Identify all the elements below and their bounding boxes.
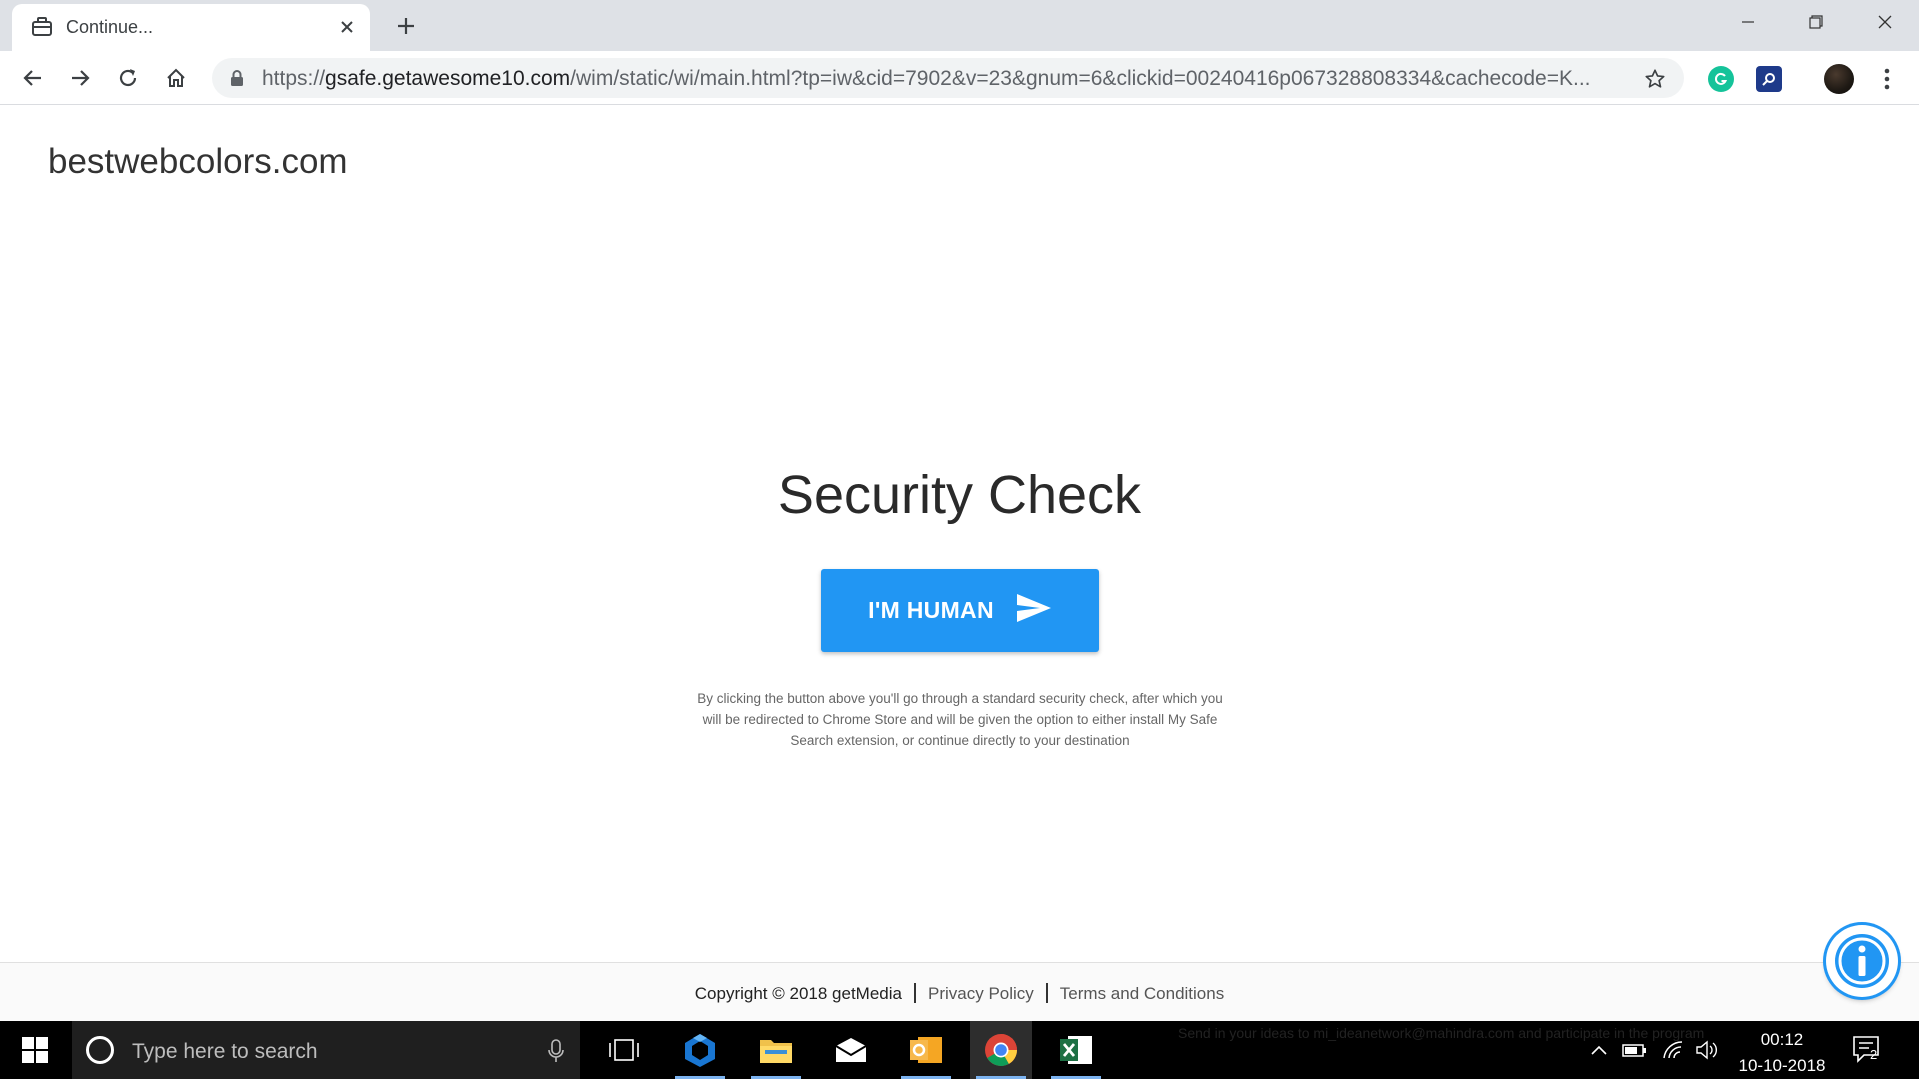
forward-button[interactable]: [63, 61, 97, 95]
minimize-button[interactable]: [1714, 0, 1782, 44]
info-button[interactable]: [1826, 925, 1898, 997]
browser-toolbar: https://gsafe.getawesome10.com/wim/stati…: [0, 51, 1919, 105]
chevron-up-icon[interactable]: [1586, 1037, 1612, 1063]
back-button[interactable]: [16, 61, 50, 95]
tab-strip: Continue...: [0, 0, 1919, 51]
terms-link[interactable]: Terms and Conditions: [1060, 984, 1224, 1003]
restore-button[interactable]: [1782, 0, 1850, 44]
cortana-icon[interactable]: [86, 1036, 114, 1064]
im-human-button[interactable]: I'M HUMAN: [821, 569, 1099, 652]
bookmark-star-icon[interactable]: [1642, 66, 1668, 92]
outlook-icon[interactable]: [895, 1021, 957, 1079]
action-center-button[interactable]: 2: [1852, 1035, 1886, 1065]
taskbar-search[interactable]: Type here to search: [72, 1021, 580, 1079]
search-extension-icon[interactable]: [1756, 66, 1782, 92]
excel-icon[interactable]: [1045, 1021, 1107, 1079]
lock-icon[interactable]: [228, 69, 246, 87]
close-tab-icon[interactable]: [334, 14, 360, 40]
chrome-icon[interactable]: [970, 1021, 1032, 1079]
privacy-policy-link[interactable]: Privacy Policy: [928, 984, 1034, 1003]
mail-icon[interactable]: [820, 1021, 882, 1079]
send-arrow-icon: [1016, 593, 1052, 628]
footer-divider: [1045, 983, 1048, 1003]
new-tab-button[interactable]: [390, 10, 422, 42]
clock-date: 10-10-2018: [1738, 1056, 1826, 1075]
clock-time: 00:12: [1760, 1030, 1804, 1049]
task-view-icon[interactable]: [593, 1021, 655, 1079]
more-menu-icon[interactable]: [1874, 65, 1900, 93]
file-explorer-icon[interactable]: [745, 1021, 807, 1079]
taskbar-search-placeholder: Type here to search: [132, 1040, 318, 1063]
close-window-button[interactable]: [1851, 0, 1919, 44]
reload-button[interactable]: [111, 61, 145, 95]
disclaimer-text: By clicking the button above you'll go t…: [697, 691, 1223, 748]
page-footer: Copyright © 2018 getMedia Privacy Policy T…: [0, 962, 1919, 1021]
copyright-text: Copyright © 2018 getMedia: [694, 984, 902, 1003]
url-text[interactable]: https://gsafe.getawesome10.com/wim/stati…: [262, 67, 1632, 91]
address-bar[interactable]: https://gsafe.getawesome10.com/wim/stati…: [212, 58, 1684, 98]
briefcase-icon: [30, 15, 54, 39]
wifi-icon[interactable]: [1660, 1037, 1686, 1063]
profile-avatar[interactable]: [1824, 64, 1854, 94]
notification-count: 2: [1870, 1047, 1878, 1062]
page-title: Security Check: [777, 465, 1142, 525]
im-human-label: I'M HUMAN: [868, 597, 994, 623]
home-button[interactable]: [159, 61, 193, 95]
battery-icon[interactable]: [1622, 1037, 1648, 1063]
tab-title: Continue...: [66, 17, 154, 37]
system-clock[interactable]: 00:12 10-10-2018: [1722, 1027, 1842, 1079]
site-name: bestwebcolors.com: [48, 142, 348, 181]
app-launcher-icon[interactable]: [669, 1021, 731, 1079]
footer-divider: [913, 983, 916, 1003]
windows-taskbar: Type here to search Send in your ideas t…: [0, 1021, 1919, 1079]
notification-icon: [1853, 1036, 1879, 1063]
browser-tab[interactable]: Continue...: [12, 4, 370, 51]
grammarly-icon[interactable]: [1708, 66, 1734, 92]
start-button[interactable]: [0, 1021, 70, 1079]
volume-icon[interactable]: [1694, 1037, 1720, 1063]
microphone-icon[interactable]: [546, 1038, 566, 1064]
